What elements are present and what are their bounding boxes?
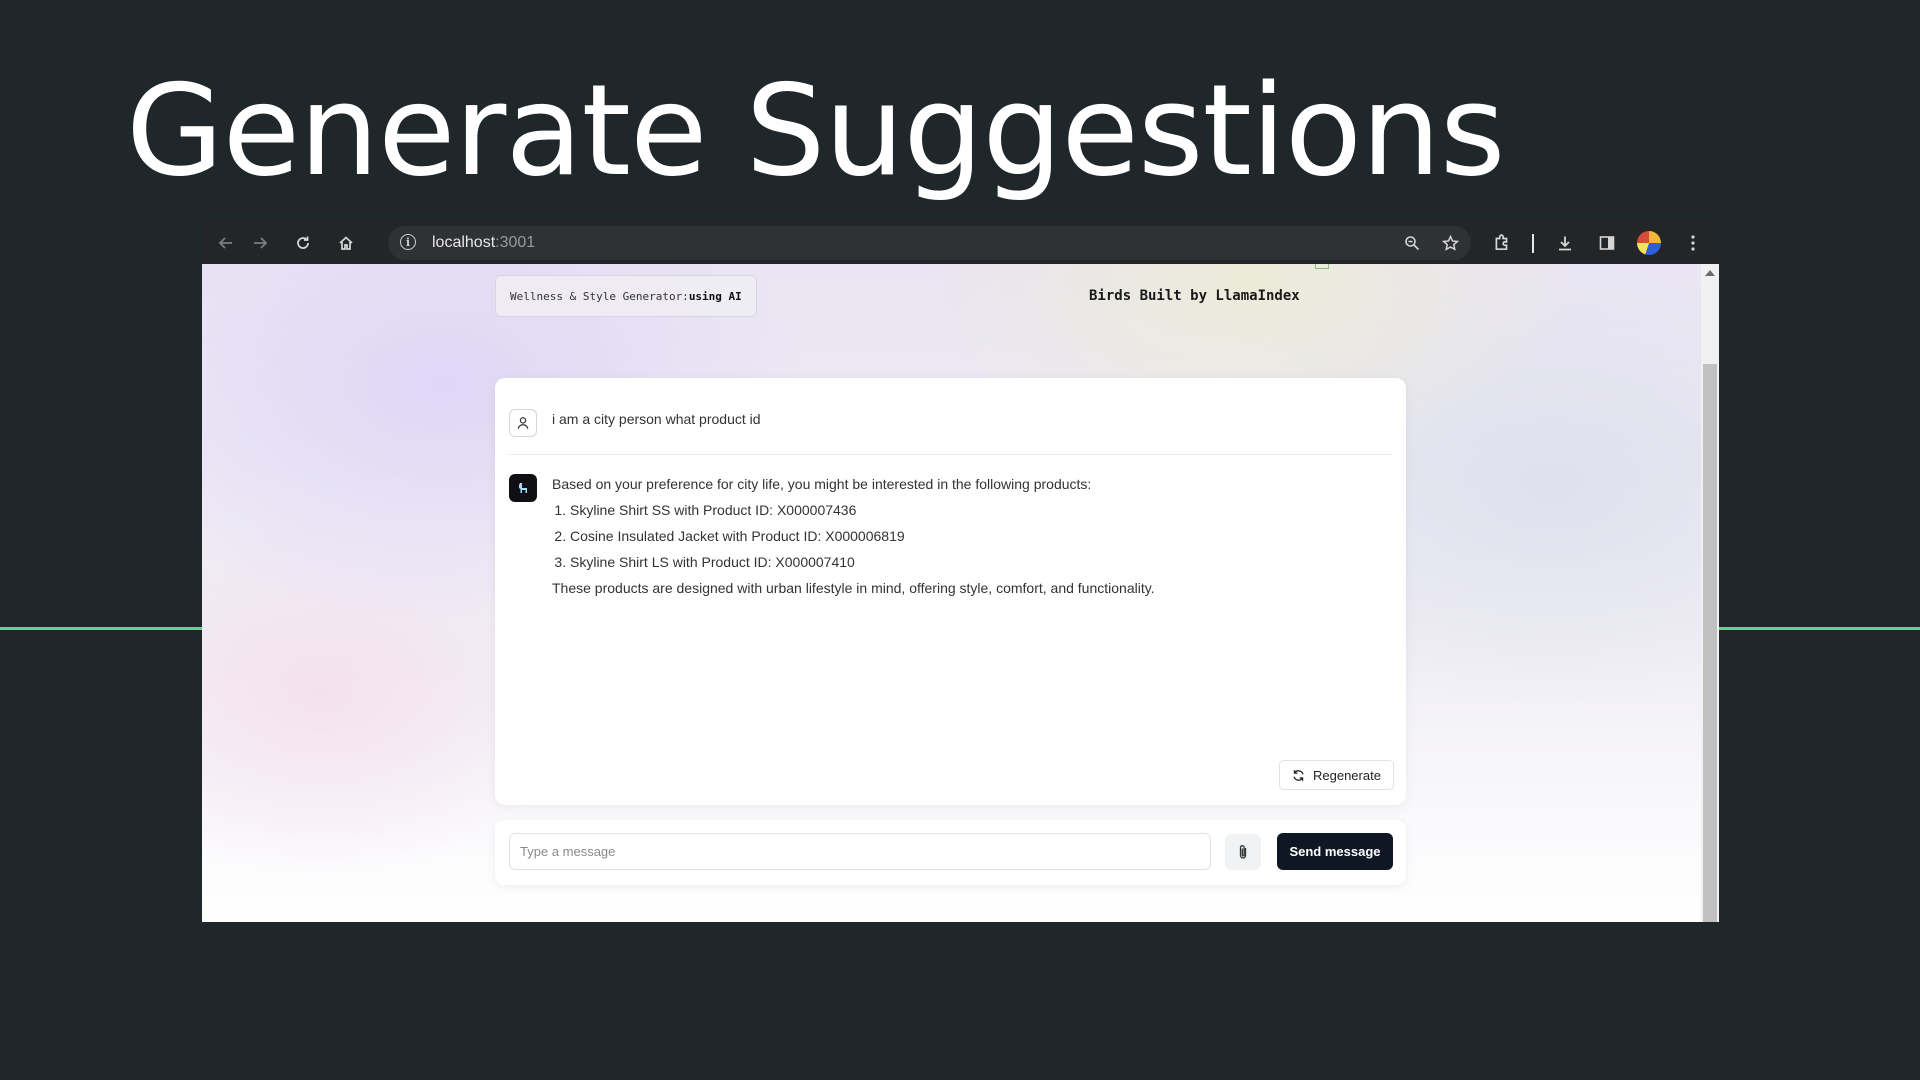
browser-window: i localhost:3001 Wellness & Style Genera… — [202, 222, 1719, 922]
site-info-icon[interactable]: i — [400, 234, 416, 250]
forward-icon[interactable] — [246, 229, 274, 257]
home-icon[interactable] — [332, 229, 360, 257]
zoom-icon[interactable] — [1398, 229, 1426, 257]
send-message-button[interactable]: Send message — [1277, 833, 1393, 870]
llama-bot-icon — [509, 474, 537, 502]
page-scrollbar[interactable] — [1701, 264, 1719, 922]
site-credit[interactable]: Birds Built by LlamaIndex — [1089, 288, 1300, 304]
product-item: Skyline Shirt SS with Product ID: X00000… — [570, 497, 1155, 523]
reload-icon[interactable] — [289, 229, 317, 257]
assistant-intro: Based on your preference for city life, … — [552, 476, 1092, 492]
logo-image — [1315, 264, 1329, 269]
user-icon — [509, 409, 537, 437]
scroll-thumb[interactable] — [1703, 364, 1717, 922]
chat-panel: i am a city person what product id Based… — [495, 378, 1406, 805]
app-name-strong: using AI — [688, 289, 742, 303]
toolbar-divider — [1532, 234, 1534, 253]
assistant-message: Based on your preference for city life, … — [552, 471, 1155, 601]
user-message: i am a city person what product id — [552, 411, 761, 427]
refresh-icon — [1293, 769, 1304, 781]
product-item: Cosine Insulated Jacket with Product ID:… — [570, 523, 1155, 549]
side-panel-icon[interactable] — [1593, 229, 1621, 257]
accent-line-left — [0, 627, 202, 630]
app-name-prefix: Wellness & Style Generator: — [510, 289, 689, 303]
slide-title: Generate Suggestions — [126, 57, 1505, 204]
page-viewport: Wellness & Style Generator: using AI Bird… — [202, 264, 1701, 922]
paperclip-icon — [1239, 845, 1247, 859]
attach-button[interactable] — [1225, 834, 1261, 870]
menu-icon[interactable] — [1679, 229, 1707, 257]
scroll-up-arrow-icon[interactable] — [1705, 270, 1715, 276]
address-bar[interactable]: i localhost:3001 — [388, 226, 1471, 260]
regenerate-button[interactable]: Regenerate — [1279, 760, 1394, 790]
accent-line-right — [1719, 627, 1920, 630]
back-icon[interactable] — [212, 229, 240, 257]
message-composer: Send message — [495, 820, 1406, 885]
profile-avatar[interactable] — [1637, 231, 1661, 255]
download-icon[interactable] — [1551, 229, 1579, 257]
app-name-badge: Wellness & Style Generator: using AI — [495, 275, 757, 317]
browser-toolbar: i localhost:3001 — [202, 222, 1719, 264]
extensions-icon[interactable] — [1488, 229, 1516, 257]
message-divider — [509, 454, 1392, 455]
product-list: Skyline Shirt SS with Product ID: X00000… — [552, 497, 1155, 575]
assistant-outro: These products are designed with urban l… — [552, 580, 1155, 596]
url-text[interactable]: localhost:3001 — [432, 234, 535, 252]
bookmark-star-icon[interactable] — [1436, 229, 1464, 257]
product-item: Skyline Shirt LS with Product ID: X00000… — [570, 549, 1155, 575]
message-input[interactable] — [509, 833, 1211, 870]
regenerate-label: Regenerate — [1313, 767, 1381, 783]
